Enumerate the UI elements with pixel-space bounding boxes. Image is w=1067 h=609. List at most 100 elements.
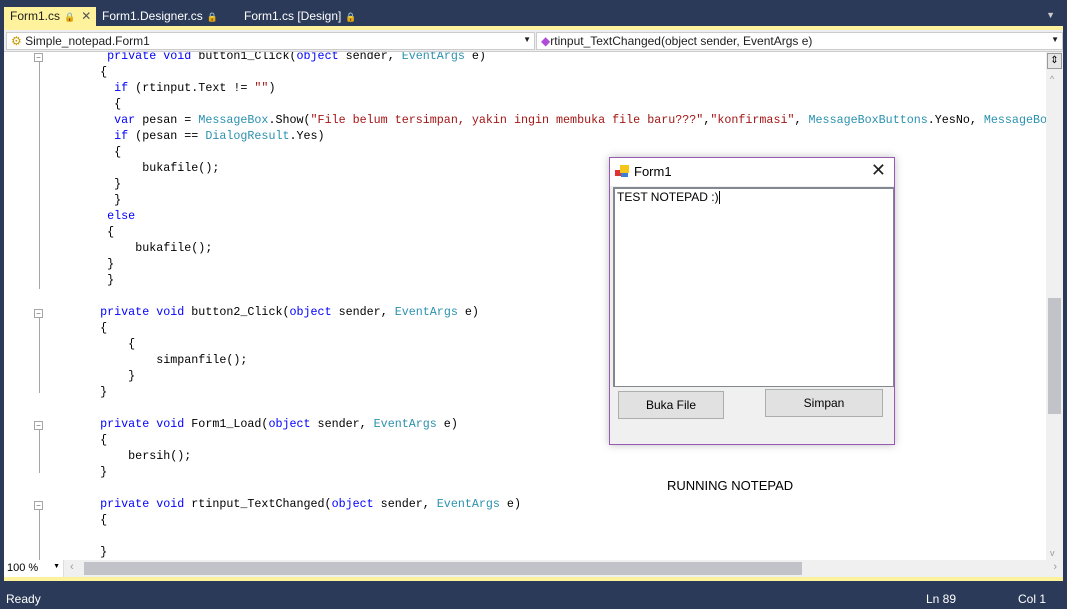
code-line: } [44,256,114,272]
close-icon[interactable]: ✕ [81,9,91,23]
member-combo[interactable]: ◆rtinput_TextChanged(object sender, Even… [536,32,1063,50]
collapse-icon[interactable]: − [34,53,43,62]
outline-line [39,317,40,393]
status-text: Ready [6,592,41,606]
outline-line [39,61,40,289]
code-line: } [44,176,121,192]
outline-line [39,509,40,560]
code-line: { [44,64,107,80]
accent-bar [4,577,1063,581]
code-line: } [44,464,107,480]
chevron-down-icon: ▼ [523,35,531,44]
code-line: if (rtinput.Text != "") [44,80,275,96]
tab-form1-design[interactable]: Form1.cs [Design] 🔒 [238,7,363,26]
code-token: { [100,513,108,527]
code-editor[interactable]: − − − − private void button1_Click(objec… [4,52,1063,560]
class-icon: ⚙ [11,34,22,48]
code-line: { [44,144,121,160]
code-token: (pesan == [128,129,206,143]
collapse-icon[interactable]: − [34,309,43,318]
code-token: else [107,209,136,223]
code-token: object [331,497,374,511]
code-token: sender, [331,305,395,319]
close-icon[interactable]: ✕ [871,160,886,181]
line-number: Ln 89 [926,592,957,606]
textbox-content: TEST NOTEPAD :) [617,190,719,204]
code-token: object [296,52,339,63]
document-tabs: Form1.cs 🔒 ✕ Form1.Designer.cs 🔒 Form1.cs [… [0,0,1067,26]
code-token: private void [100,305,192,319]
code-line: bukafile(); [44,240,212,256]
method-icon: ◆ [541,34,551,48]
form-title-bar: Form1 ✕ [610,158,894,186]
code-token: (rtinput.Text != [128,81,255,95]
code-token: sender, [373,497,437,511]
code-token: .YesNo, [927,113,984,127]
code-line: { [44,320,107,336]
code-token: { [107,225,115,239]
code-line: bersih(); [44,448,191,464]
text-cursor [718,191,720,205]
code-line: { [44,432,107,448]
simpan-button[interactable]: Simpan [765,389,883,417]
running-form-window: Form1 ✕ TEST NOTEPAD :) Buka File Simpan [609,157,895,445]
outline-line [39,429,40,473]
collapse-icon[interactable]: − [34,501,43,510]
class-combo[interactable]: ⚙ Simple_notepad.Form1 ▼ [6,32,535,50]
buka-file-button[interactable]: Buka File [618,391,724,419]
code-token: } [107,273,115,287]
chevron-down-icon: ▼ [1051,35,1059,44]
code-line: { [44,224,114,240]
zoom-value: 100 % [7,562,39,574]
code-token: { [100,65,108,79]
tab-form1-designer[interactable]: Form1.Designer.cs 🔒 [96,7,224,26]
code-line: var pesan = MessageBox.Show("File belum … [44,112,1063,128]
code-token: if [114,81,129,95]
code-token: "File belum tersimpan, yakin ingin membu… [310,113,704,127]
tab-label: Form1.cs [Design] [244,9,342,23]
code-token: { [128,337,136,351]
collapse-icon[interactable]: − [34,421,43,430]
code-token: } [114,193,122,207]
code-token: EventArgs [401,52,465,63]
code-line: } [44,368,135,384]
code-line: private void Form1_Load(object sender, E… [44,416,458,432]
scroll-down-icon[interactable]: v [1050,548,1055,558]
horizontal-scrollbar[interactable]: 100 % ▼ ‹ › [4,560,1063,577]
code-token: { [114,97,122,111]
tab-dropdown-icon[interactable]: ▼ [1046,10,1055,20]
horizontal-scroll-thumb[interactable] [84,562,802,575]
navigation-bar: ⚙ Simple_notepad.Form1 ▼ ◆rtinput_TextCha… [4,30,1063,52]
caption-text: RUNNING NOTEPAD [667,478,794,493]
rtinput-textbox[interactable]: TEST NOTEPAD :) [613,187,894,387]
code-token: e) [457,305,479,319]
vertical-scroll-thumb[interactable] [1048,298,1061,414]
code-token: MessageBox [198,113,269,127]
code-token: EventArgs [394,305,458,319]
code-line: bukafile(); [44,160,219,176]
code-token: EventArgs [436,497,500,511]
code-token: .Show( [268,113,311,127]
tab-label: Form1.Designer.cs [102,9,203,23]
vertical-scrollbar[interactable]: ⇕ ^ v [1046,52,1063,560]
code-token: MessageBoxButtons [808,113,928,127]
code-token: object [289,305,332,319]
code-line: { [44,336,135,352]
code-token: sender, [310,417,374,431]
code-line: else [44,208,135,224]
code-token: rtinput_TextChanged( [191,497,332,511]
code-token: private void [100,417,192,431]
code-line: if (pesan == DialogResult.Yes) [44,128,324,144]
code-token: } [100,465,108,479]
tab-form1-cs[interactable]: Form1.cs 🔒 ✕ [4,7,96,26]
code-line: private void rtinput_TextChanged(object … [44,496,521,512]
lock-icon: 🔒 [64,12,76,22]
code-token: object [268,417,311,431]
code-line: private void button1_Click(object sender… [44,52,486,64]
column-number: Col 1 [1018,592,1047,606]
scroll-up-icon[interactable]: ^ [1050,74,1054,84]
split-icon[interactable]: ⇕ [1047,53,1062,69]
zoom-combo[interactable]: 100 % ▼ [4,560,64,577]
scroll-right-icon[interactable]: › [1053,561,1057,573]
scroll-left-icon[interactable]: ‹ [70,561,74,573]
